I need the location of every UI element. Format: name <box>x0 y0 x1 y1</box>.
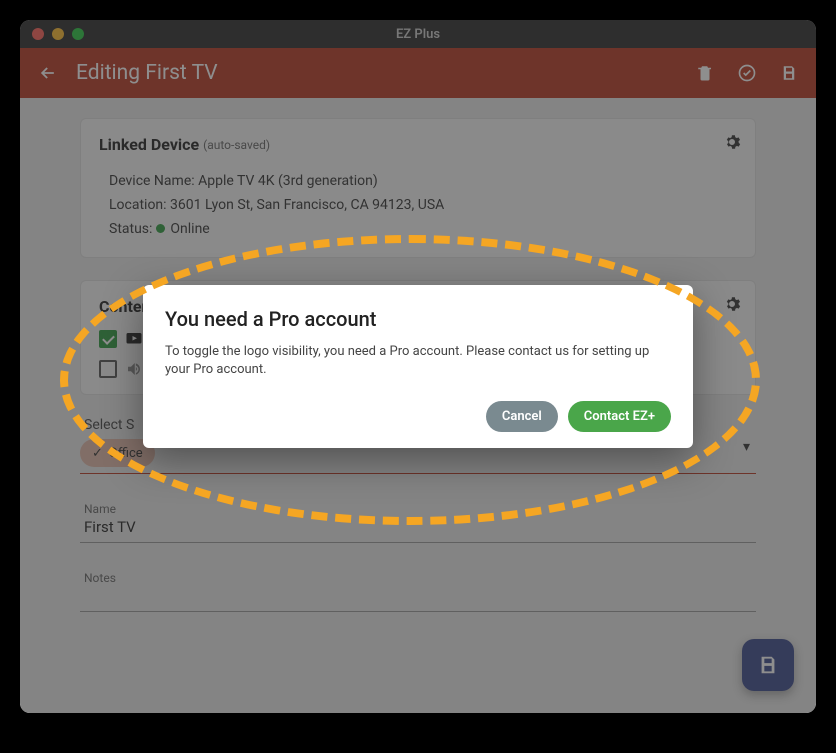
dialog-title: You need a Pro account <box>165 307 671 331</box>
app-window: EZ Plus Editing First TV Linked Device (… <box>20 20 816 713</box>
cancel-button[interactable]: Cancel <box>486 401 558 432</box>
modal-overlay[interactable]: You need a Pro account To toggle the log… <box>20 20 816 713</box>
dialog-body: To toggle the logo visibility, you need … <box>165 343 671 379</box>
pro-account-dialog: You need a Pro account To toggle the log… <box>143 285 693 448</box>
contact-button[interactable]: Contact EZ+ <box>568 401 671 432</box>
dialog-actions: Cancel Contact EZ+ <box>165 401 671 432</box>
